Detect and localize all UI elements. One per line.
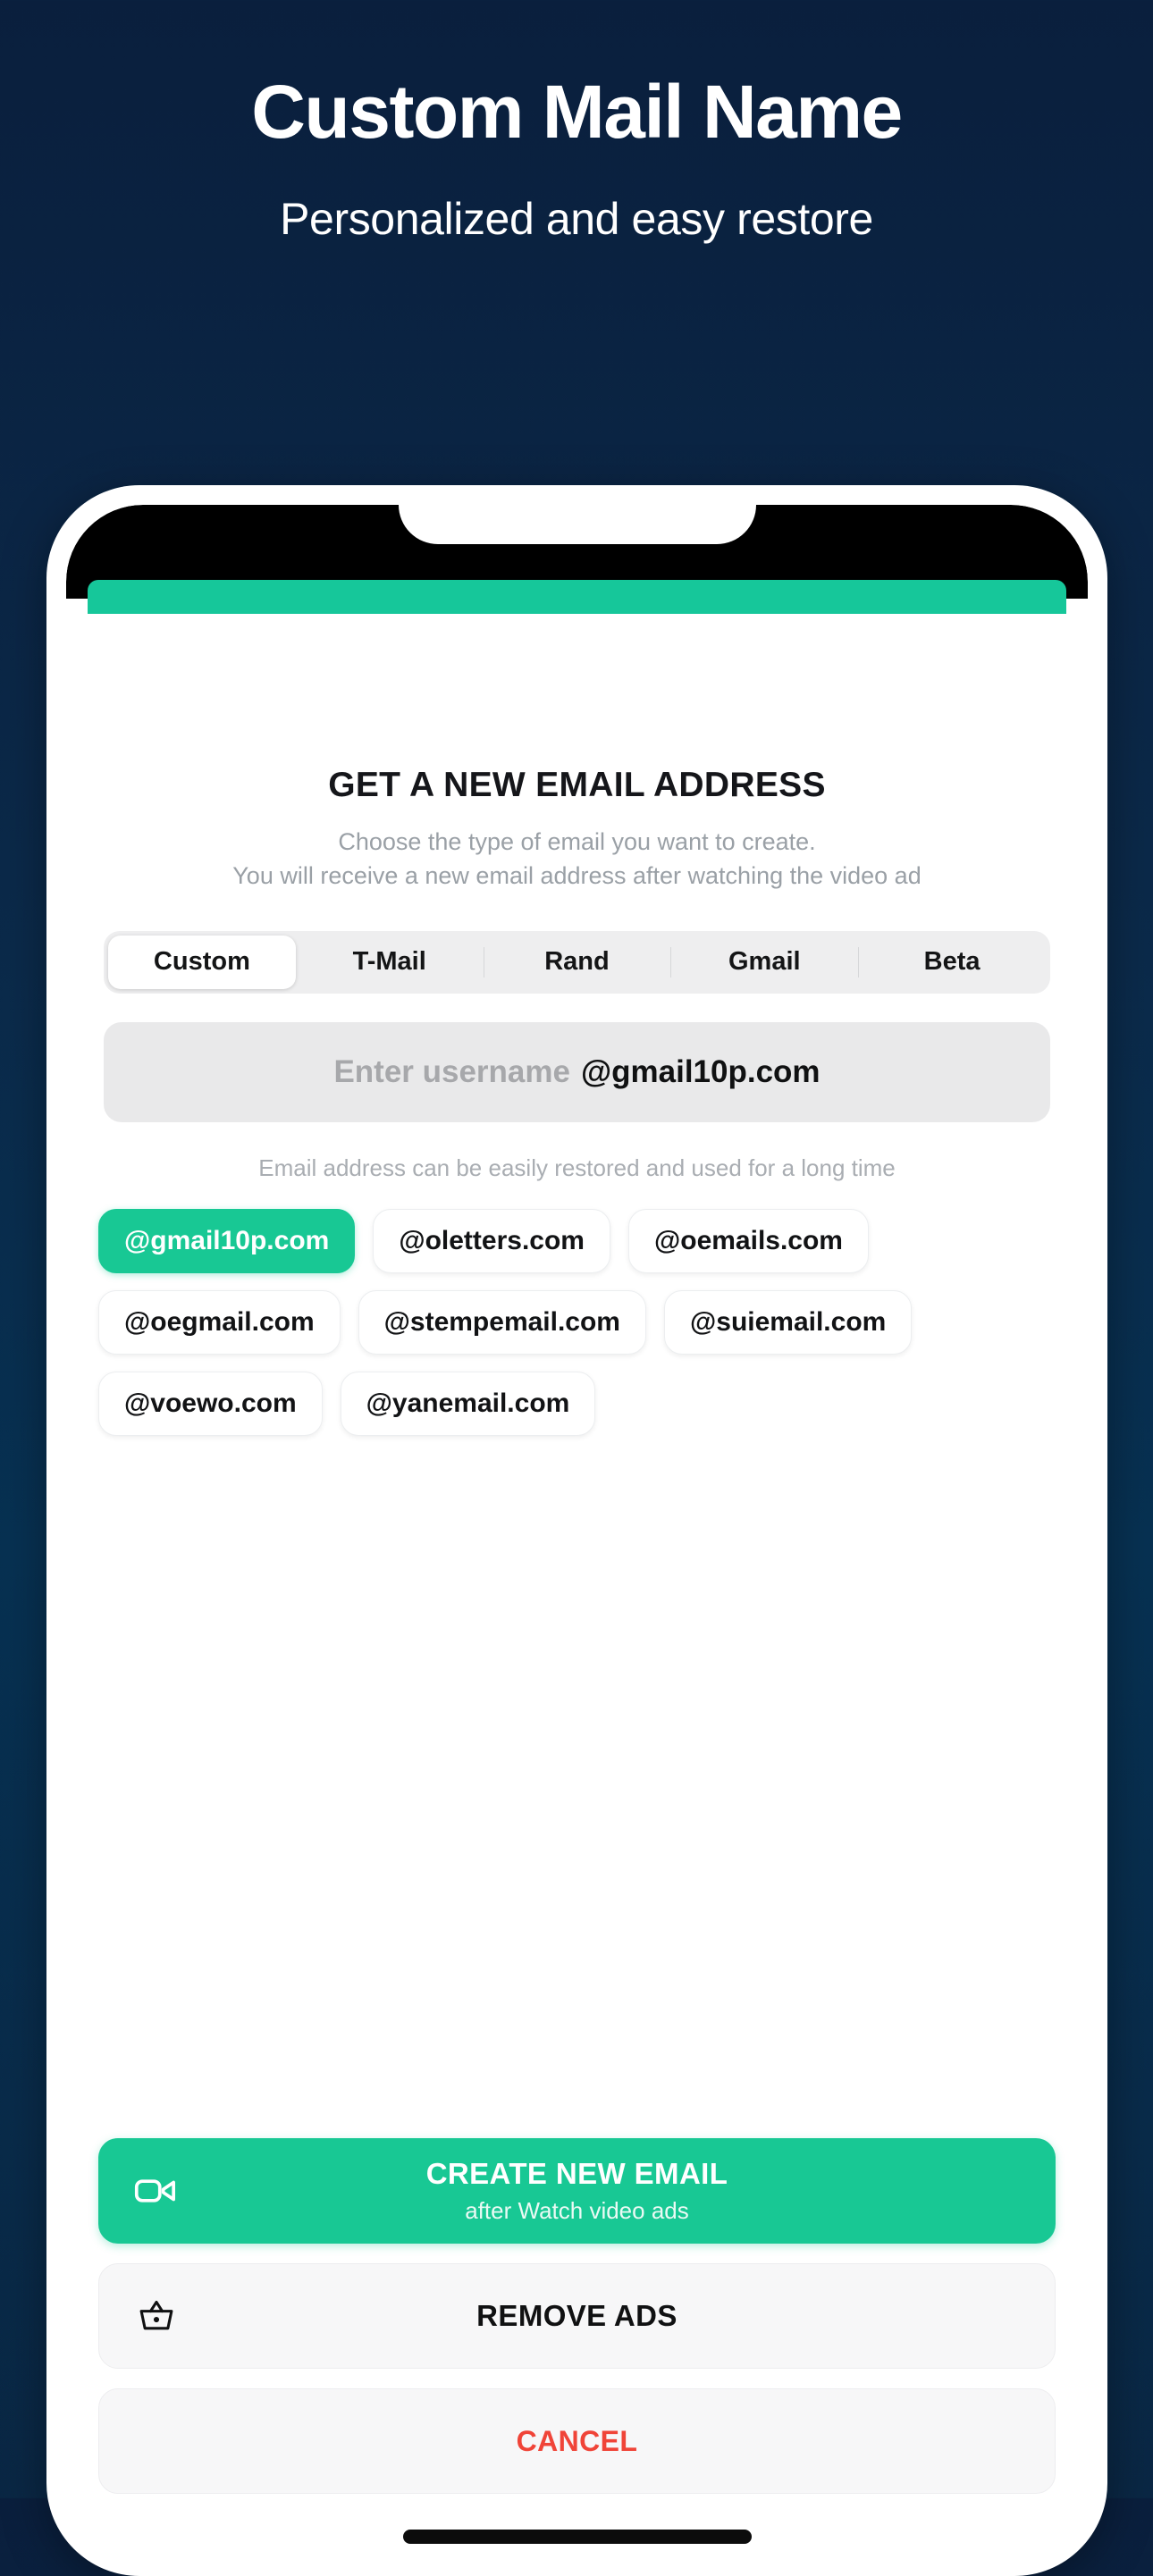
domain-chip-label: @stempemail.com	[383, 1306, 620, 1337]
domain-chip[interactable]: @oemails.com	[627, 1208, 869, 1273]
promo-header: Custom Mail Name Personalized and easy r…	[0, 0, 1153, 245]
home-indicator	[402, 2530, 752, 2544]
tab-rand[interactable]: Rand	[483, 936, 671, 989]
tab-beta-label: Beta	[923, 947, 980, 977]
cancel-button[interactable]: CANCEL	[98, 2388, 1056, 2494]
create-new-email-sublabel: after Watch video ads	[465, 2197, 689, 2224]
username-domain-suffix: @gmail10p.com	[581, 1053, 821, 1089]
tab-tmail-label: T-Mail	[352, 947, 426, 977]
domain-chip[interactable]: @stempemail.com	[358, 1289, 646, 1355]
promo-subtitle: Personalized and easy restore	[280, 194, 873, 245]
remove-ads-button[interactable]: REMOVE ADS	[98, 2263, 1056, 2369]
domain-chip[interactable]: @suiemail.com	[664, 1289, 913, 1355]
remove-ads-label: REMOVE ADS	[476, 2299, 677, 2332]
domain-chip-label: @voewo.com	[124, 1388, 297, 1418]
restore-hint: Email address can be easily restored and…	[258, 1154, 896, 1181]
create-new-email-label: CREATE NEW EMAIL	[425, 2157, 728, 2190]
cancel-label: CANCEL	[516, 2424, 638, 2457]
tab-rand-label: Rand	[544, 947, 610, 977]
sheet-description-line2: You will receive a new email address aft…	[232, 862, 922, 890]
domain-chip-label: @oegmail.com	[124, 1306, 315, 1337]
username-input-placeholder: Enter username	[333, 1053, 570, 1089]
domain-chip[interactable]: @oletters.com	[373, 1208, 610, 1273]
notch-cutout	[398, 505, 756, 544]
sheet-description: Choose the type of email you want to cre…	[66, 825, 1088, 894]
username-input-row[interactable]: Enter username @gmail10p.com	[104, 1021, 1050, 1122]
video-camera-icon	[132, 2168, 179, 2214]
domain-chip-label: @gmail10p.com	[124, 1225, 330, 1255]
tab-gmail[interactable]: Gmail	[670, 936, 858, 989]
domain-chip-label: @oemails.com	[653, 1225, 843, 1255]
sheet-description-line1: Choose the type of email you want to cre…	[338, 828, 816, 855]
domain-chip[interactable]: @yanemail.com	[340, 1371, 596, 1436]
shopping-basket-icon	[133, 2293, 180, 2339]
domain-chip-list: @gmail10p.com @oletters.com @oemails.com…	[98, 1208, 1056, 1436]
domain-chip-label: @oletters.com	[399, 1225, 585, 1255]
domain-chip[interactable]: @oegmail.com	[98, 1289, 341, 1355]
tab-gmail-label: Gmail	[728, 947, 801, 977]
domain-chip-label: @yanemail.com	[366, 1388, 570, 1418]
app-accent-bar	[88, 580, 1066, 614]
sheet-title: GET A NEW EMAIL ADDRESS	[328, 766, 826, 804]
domain-chip[interactable]: @gmail10p.com	[98, 1208, 356, 1273]
phone-mockup: GET A NEW EMAIL ADDRESS Choose the type …	[46, 485, 1107, 2576]
bottom-actions: CREATE NEW EMAIL after Watch video ads R…	[66, 2138, 1088, 2494]
domain-chip[interactable]: @voewo.com	[98, 1371, 323, 1436]
tab-custom[interactable]: Custom	[108, 935, 296, 989]
email-type-tabs[interactable]: Custom T-Mail Rand Gmail Beta	[104, 930, 1050, 994]
tab-custom-label: Custom	[153, 947, 250, 977]
promo-title: Custom Mail Name	[251, 70, 903, 154]
create-new-email-button[interactable]: CREATE NEW EMAIL after Watch video ads	[98, 2138, 1056, 2244]
tab-tmail[interactable]: T-Mail	[296, 936, 484, 989]
domain-chip-label: @suiemail.com	[690, 1306, 887, 1337]
screen-body: GET A NEW EMAIL ADDRESS Choose the type …	[66, 614, 1088, 2556]
tab-beta[interactable]: Beta	[858, 936, 1046, 989]
phone-screen: GET A NEW EMAIL ADDRESS Choose the type …	[66, 505, 1088, 2556]
